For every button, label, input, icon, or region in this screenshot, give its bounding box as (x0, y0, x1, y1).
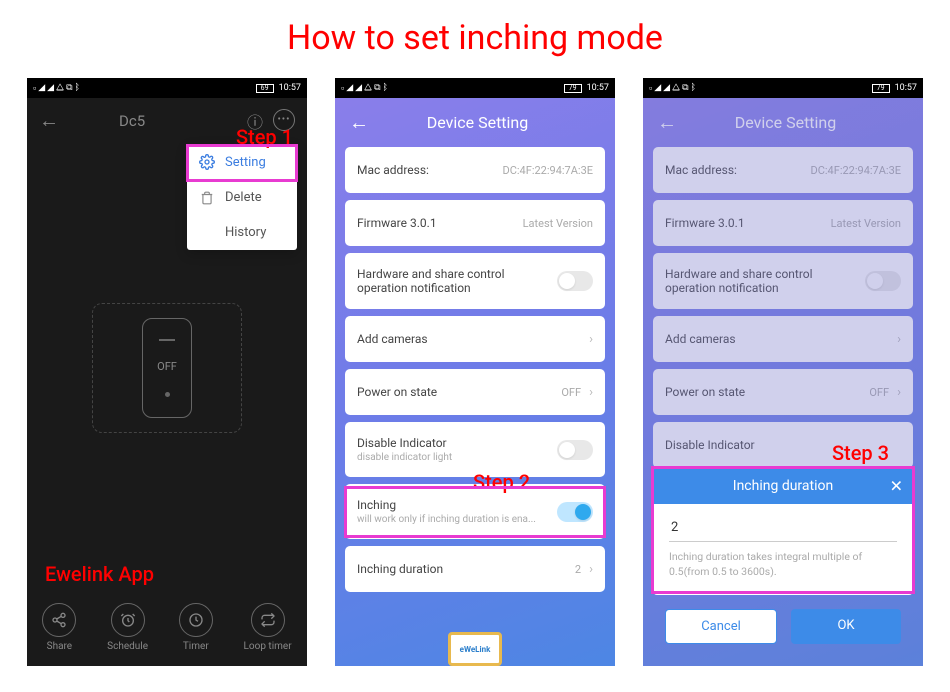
row-value: 2 (575, 563, 581, 576)
vo-icon: ⧉ (374, 83, 380, 93)
phone-2: ▫ ◢ ◢ ⧋ ⧉ ᛒ 79 10:57 ← Device Setting Ma… (335, 78, 615, 666)
wifi-icon: ⧋ (56, 83, 64, 93)
signal-icon: ◢ (38, 83, 45, 93)
annotation-step2-highlight (344, 486, 606, 538)
tab-label: Share (47, 641, 72, 652)
share-icon (42, 603, 76, 637)
signal-icon-2: ◢ (47, 83, 54, 93)
phone-1: ▫ ◢ ◢ ⧋ ⧉ ᛒ 69 10:57 ← Dc5 ⓘ ••• (27, 78, 307, 666)
row-label: Disable Indicator disable indicator ligh… (357, 436, 557, 463)
power-switch[interactable]: OFF (142, 318, 192, 418)
tab-share[interactable]: Share (42, 603, 76, 652)
menu-item-delete[interactable]: Delete (187, 180, 297, 215)
row-label: Firmware 3.0.1 (357, 216, 523, 230)
back-icon[interactable]: ← (39, 108, 59, 133)
annotation-step1-highlight (186, 144, 298, 182)
chevron-right-icon: › (589, 332, 593, 347)
trash-icon (199, 191, 215, 205)
status-time: 10:57 (895, 83, 917, 93)
bt-icon: ᛒ (691, 83, 696, 93)
phones-container: ▫ ◢ ◢ ⧋ ⧉ ᛒ 69 10:57 ← Dc5 ⓘ ••• (0, 78, 950, 666)
menu-item-history[interactable]: History (187, 215, 297, 250)
row-value: Latest Version (523, 217, 593, 230)
menu-item-label: Delete (225, 190, 262, 205)
toggle-off[interactable] (557, 440, 593, 460)
row-firmware[interactable]: Firmware 3.0.1 Latest Version (345, 200, 605, 246)
device-title: Dc5 (119, 112, 247, 130)
row-disable-indicator[interactable]: Disable Indicator disable indicator ligh… (345, 422, 605, 477)
status-bar: ▫ ◢ ◢ ⧋ ⧉ ᛒ 79 10:57 (335, 78, 615, 98)
switch-top-mark (159, 339, 175, 341)
bt-icon: ᛒ (75, 83, 80, 93)
signal-icon: ◢ (654, 83, 661, 93)
signal-icon: ◢ (346, 83, 353, 93)
status-bar: ▫ ◢ ◢ ⧋ ⧉ ᛒ 79 10:57 (643, 78, 923, 98)
row-value: OFF (561, 386, 581, 399)
bt-icon: ᛒ (383, 83, 388, 93)
battery-icon: 69 (256, 84, 274, 93)
row-label: Hardware and share control operation not… (357, 267, 527, 295)
tab-label: Schedule (107, 641, 148, 652)
menu-item-label: History (225, 225, 266, 240)
loop-icon (251, 603, 285, 637)
tab-loop[interactable]: Loop timer (244, 603, 292, 652)
settings-header: ← Device Setting (335, 98, 615, 147)
signal-icon-2: ◢ (355, 83, 362, 93)
cancel-button[interactable]: Cancel (665, 609, 777, 644)
tab-label: Loop timer (244, 641, 292, 652)
ewelink-logo: eWeLink (448, 632, 502, 666)
phone-3: ▫ ◢ ◢ ⧋ ⧉ ᛒ 79 10:57 ← Device Setting Ma… (643, 78, 923, 666)
power-switch-panel: OFF (92, 303, 242, 433)
tab-timer[interactable]: Timer (179, 603, 213, 652)
switch-state-label: OFF (157, 360, 177, 373)
row-label: Inching duration (357, 562, 575, 576)
annotation-step3: Step 3 (832, 441, 889, 465)
battery-icon: 79 (564, 84, 582, 93)
wifi-icon: ⧋ (672, 83, 680, 93)
sim-icon: ▫ (341, 83, 344, 94)
row-hw-notification[interactable]: Hardware and share control operation not… (345, 253, 605, 309)
row-power-on-state[interactable]: Power on state OFF › (345, 369, 605, 415)
screen-title: Device Setting (409, 113, 546, 132)
signal-icon-2: ◢ (663, 83, 670, 93)
row-label: Power on state (357, 385, 561, 399)
vo-icon: ⧉ (66, 83, 72, 93)
annotation-step3-highlight (651, 466, 915, 594)
bottom-tabs: Share Schedule Timer (27, 596, 307, 666)
tab-schedule[interactable]: Schedule (107, 603, 148, 652)
row-mac-address: Mac address: DC:4F:22:94:7A:3E (345, 147, 605, 193)
chevron-right-icon: › (589, 562, 593, 577)
status-time: 10:57 (587, 83, 609, 93)
tab-label: Timer (183, 641, 209, 652)
sim-icon: ▫ (649, 83, 652, 94)
row-label: Add cameras (357, 332, 581, 346)
ok-button[interactable]: OK (791, 609, 901, 644)
sim-icon: ▫ (33, 83, 36, 94)
row-label: Mac address: (357, 163, 503, 177)
status-time: 10:57 (279, 83, 301, 93)
row-add-cameras[interactable]: Add cameras › (345, 316, 605, 362)
status-bar: ▫ ◢ ◢ ⧋ ⧉ ᛒ 69 10:57 (27, 78, 307, 98)
chevron-right-icon: › (589, 385, 593, 400)
battery-icon: 79 (872, 84, 890, 93)
vo-icon: ⧉ (682, 83, 688, 93)
row-inching-duration[interactable]: Inching duration 2 › (345, 546, 605, 592)
toggle-off[interactable] (557, 271, 593, 291)
annotation-app-label: Ewelink App (45, 562, 154, 586)
back-icon[interactable]: ← (349, 110, 369, 135)
switch-bottom-mark (165, 392, 170, 397)
wifi-icon: ⧋ (364, 83, 372, 93)
page-title: How to set inching mode (0, 0, 950, 78)
row-value: DC:4F:22:94:7A:3E (503, 164, 593, 177)
clock-icon (111, 603, 145, 637)
timer-icon (179, 603, 213, 637)
